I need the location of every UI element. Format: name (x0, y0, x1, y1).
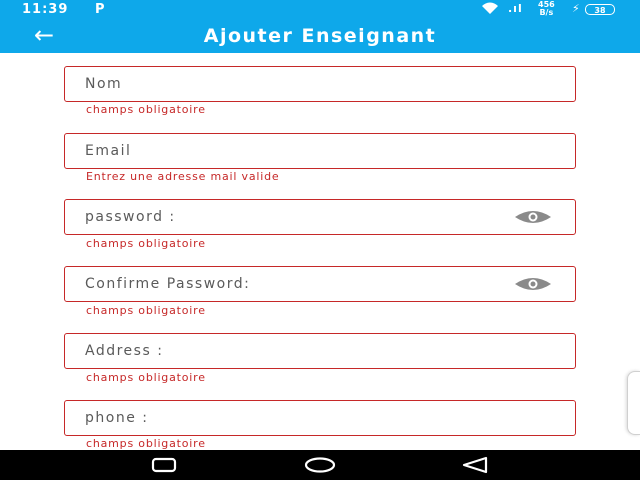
battery-icon: 38 (585, 4, 615, 15)
app-notification-icon: P (95, 2, 105, 17)
email-input[interactable] (85, 134, 505, 167)
password-error: champs obligatoire (86, 237, 206, 250)
navigation-bar (0, 450, 640, 480)
network-speed-unit: B/s (539, 8, 554, 17)
password-field[interactable] (64, 199, 576, 235)
eye-icon[interactable] (513, 276, 553, 292)
phone-error: champs obligatoire (86, 437, 206, 450)
address-field[interactable] (64, 333, 576, 369)
eye-icon[interactable] (513, 209, 553, 225)
email-field[interactable] (64, 133, 576, 169)
confirm-password-input[interactable] (85, 267, 505, 300)
confirm-password-field[interactable] (64, 266, 576, 302)
recent-apps-icon[interactable] (150, 456, 180, 478)
password-input[interactable] (85, 200, 505, 233)
name-error: champs obligatoire (86, 103, 206, 116)
page-title: Ajouter Enseignant (203, 25, 437, 47)
status-bar: 11:39 P .ıl 456 B/s ⚡ 38 (0, 0, 640, 20)
wifi-icon (480, 1, 500, 18)
status-time: 11:39 (22, 2, 69, 17)
back-triangle-icon[interactable] (460, 456, 490, 478)
confirm-password-error: champs obligatoire (86, 304, 206, 317)
address-input[interactable] (85, 334, 505, 367)
name-input[interactable] (85, 67, 505, 100)
phone-field[interactable] (64, 400, 576, 436)
signal-icon: .ıl (508, 2, 523, 15)
add-teacher-form: champs obligatoire Entrez une adresse ma… (0, 53, 640, 450)
home-icon[interactable] (303, 456, 337, 478)
network-speed: 456 B/s (538, 1, 555, 17)
phone-input[interactable] (85, 401, 505, 434)
app-bar: ← Ajouter Enseignant (0, 20, 640, 53)
address-error: champs obligatoire (86, 371, 206, 384)
edge-panel-handle[interactable] (627, 371, 640, 435)
charging-icon: ⚡ (572, 2, 580, 15)
email-error: Entrez une adresse mail valide (86, 170, 280, 183)
name-field[interactable] (64, 66, 576, 102)
